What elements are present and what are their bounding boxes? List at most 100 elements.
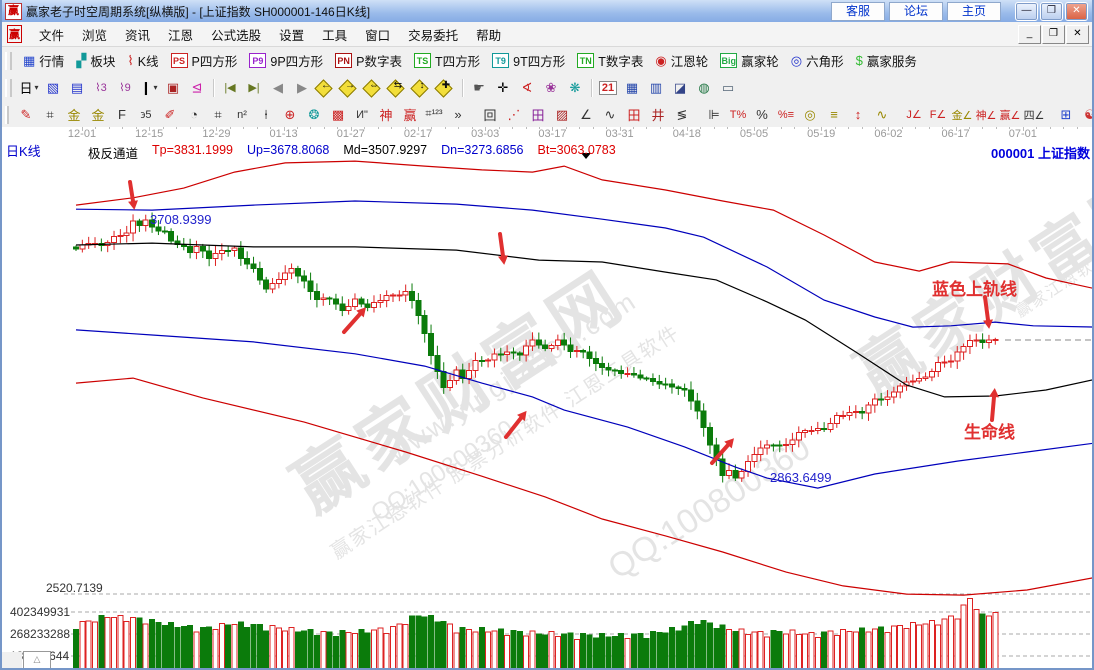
- toolbar-button-calculator[interactable]: ▦: [620, 77, 644, 99]
- toolbar-button-zigzag-line[interactable]: ∿: [598, 104, 622, 126]
- toolbar-button-band-window[interactable]: ▧: [41, 77, 65, 99]
- toolbar-button-gann-flower[interactable]: ❀: [539, 77, 563, 99]
- menu-浏览[interactable]: 浏览: [73, 27, 116, 45]
- toolbar-button-grid-window[interactable]: ⊞: [1054, 104, 1078, 126]
- toolbar-button-printer[interactable]: ▭: [716, 77, 740, 99]
- menu-交易委托[interactable]: 交易委托: [399, 27, 467, 45]
- toolbar-button-j-angle[interactable]: J∠: [902, 104, 926, 126]
- toolbar-button-more-tools[interactable]: »: [446, 104, 470, 126]
- toolbar-button-taichi[interactable]: ☯: [1078, 104, 1092, 126]
- toolbar-button-red-grid[interactable]: 田: [622, 104, 646, 126]
- toolbar-button-scale-ruler[interactable]: ⊫: [702, 104, 726, 126]
- toolbar-button-t-square[interactable]: TS T四方形: [408, 49, 486, 72]
- toolbar-button-zoom-right[interactable]: →: [338, 78, 362, 98]
- menu-文件[interactable]: 文件: [30, 27, 73, 45]
- toolbar-button-kline[interactable]: ⌇ K线: [121, 49, 164, 72]
- toolbar-button-shen-grid[interactable]: 神: [374, 104, 398, 126]
- toolbar-button-crosshair-tool[interactable]: ✛: [491, 77, 515, 99]
- titlebar-link-客服[interactable]: 客服: [831, 1, 885, 21]
- toolbar-button-save-disk[interactable]: ◪: [668, 77, 692, 99]
- toolbar-button-hand-tool[interactable]: ☛: [467, 77, 491, 99]
- toolbar-button-goto-start[interactable]: |◀: [218, 77, 242, 99]
- titlebar-link-论坛[interactable]: 论坛: [889, 1, 943, 21]
- toolbar-button-gold-grid-1[interactable]: 金: [62, 104, 86, 126]
- date-axis[interactable]: 12-01 12-15 12-29 01-13 01-27 02-17 03-03 03-17…: [2, 127, 1092, 140]
- toolbar-button-gold-levels[interactable]: ≡: [822, 104, 846, 126]
- toolbar-button-spiral-5[interactable]: ϶5: [134, 104, 158, 126]
- toolbar-button-period-day-dropdown[interactable]: 日 ▾: [17, 77, 41, 99]
- toolbar-button-gann-star[interactable]: ❂: [302, 104, 326, 126]
- toolbar-button-gold-angle[interactable]: 金∠: [950, 104, 974, 126]
- menu-公式选股[interactable]: 公式选股: [202, 27, 270, 45]
- toolbar-button-marker-pen[interactable]: ✐: [158, 104, 182, 126]
- toolbar-button-win-grid[interactable]: 赢: [398, 104, 422, 126]
- toolbar-button-pencil-tool[interactable]: ✎: [14, 104, 38, 126]
- toolbar-button-grid-box[interactable]: 田: [526, 104, 550, 126]
- toolbar-button-winner-service[interactable]: $ 赢家服务: [850, 49, 923, 72]
- toolbar-button-9p-square[interactable]: P9 9P四方形: [243, 49, 329, 72]
- toolbar-button-web-grid[interactable]: ❋: [563, 77, 587, 99]
- menu-设置[interactable]: 设置: [270, 27, 313, 45]
- menu-窗口[interactable]: 窗口: [356, 27, 399, 45]
- close-button[interactable]: ✕: [1065, 1, 1088, 21]
- toolbar-button-page-left[interactable]: ◀: [266, 77, 290, 99]
- toolbar-button-box-tool[interactable]: 回: [478, 104, 502, 126]
- mdi-minimize-button[interactable]: _: [1018, 24, 1041, 44]
- toolbar-button-gann-wheel[interactable]: ◉ 江恩轮: [649, 49, 714, 72]
- toolbar-button-time-grid[interactable]: ⌗: [38, 104, 62, 126]
- menu-江恩[interactable]: 江恩: [159, 27, 202, 45]
- toolbar-button-compress-horizontal[interactable]: ⇆: [386, 78, 410, 98]
- toolbar-button-sort-flag[interactable]: ⊴: [185, 77, 209, 99]
- toolbar-button-percent-line[interactable]: T%: [726, 104, 750, 126]
- toolbar-button-n-square[interactable]: n²: [230, 104, 254, 126]
- toolbar-button-percent-tool[interactable]: %: [750, 104, 774, 126]
- pane-toggle-button[interactable]: △: [23, 651, 51, 668]
- chart-area[interactable]: 赢家财富网 www.yingjia360.com 赢家江恩软件 股票分析软件 江…: [2, 123, 1092, 668]
- toolbar-button-expand-vertical[interactable]: ↕: [410, 78, 434, 98]
- toolbar-button-fib-grid[interactable]: F: [110, 104, 134, 126]
- toolbar-button-win-angle[interactable]: 赢∠: [998, 104, 1022, 126]
- toolbar-button-angle-measure[interactable]: ∢: [515, 77, 539, 99]
- toolbar-button-page-right[interactable]: ▶: [290, 77, 314, 99]
- toolbar-button-p-square[interactable]: PS P四方形: [165, 49, 244, 72]
- mdi-restore-button[interactable]: ❐: [1042, 24, 1065, 44]
- toolbar-button-parallel-lines[interactable]: ≶: [670, 104, 694, 126]
- toolbar-button-number-ruler[interactable]: ⌗¹²³: [422, 104, 446, 126]
- toolbar-button-angle-line[interactable]: ∠: [574, 104, 598, 126]
- mdi-close-button[interactable]: ✕: [1066, 24, 1089, 44]
- toolbar-button-candle-style-dropdown[interactable]: ❙ ▾: [137, 77, 161, 99]
- toolbar-button-shen-angle[interactable]: 神∠: [974, 104, 998, 126]
- toolbar-button-four-angle[interactable]: 四∠: [1022, 104, 1046, 126]
- toolbar-button-gold-circle[interactable]: ◎: [798, 104, 822, 126]
- toolbar-button-ruler-grid[interactable]: ⌗: [206, 104, 230, 126]
- toolbar-button-sectors[interactable]: ▞ 板块: [70, 49, 121, 72]
- toolbar-button-hexagon[interactable]: ◎ 六角形: [785, 49, 850, 72]
- toolbar-button-gann-circle[interactable]: ⊕: [278, 104, 302, 126]
- toolbar-button-percent-levels[interactable]: %≡: [774, 104, 798, 126]
- toolbar-button-f-angle[interactable]: F∠: [926, 104, 950, 126]
- toolbar-button-expand-horizontal[interactable]: ⇔: [362, 78, 386, 98]
- toolbar-button-wave-3[interactable]: ⌇3: [89, 77, 113, 99]
- toolbar-button-quotes[interactable]: ▦ 行情: [17, 49, 70, 72]
- toolbar-button-hatch-box[interactable]: ▨: [550, 104, 574, 126]
- toolbar-button-price-arrow[interactable]: ↕: [846, 104, 870, 126]
- toolbar-button-t-number-table[interactable]: TN T数字表: [571, 49, 649, 72]
- titlebar-link-主页[interactable]: 主页: [947, 1, 1001, 21]
- toolbar-button-zoom-left[interactable]: ←: [314, 78, 338, 98]
- restore-button[interactable]: ❐: [1040, 1, 1063, 21]
- menu-资讯[interactable]: 资讯: [116, 27, 159, 45]
- toolbar-button-fan-lines[interactable]: ⋰: [502, 104, 526, 126]
- toolbar-button-expand-all[interactable]: ✚: [434, 78, 458, 98]
- toolbar-button-winner-wheel[interactable]: Big 赢家轮: [714, 49, 785, 72]
- toolbar-button-info-panel[interactable]: ▤: [65, 77, 89, 99]
- toolbar-button-gold-grid-2[interactable]: 金: [86, 104, 110, 126]
- toolbar-button-mirror-line[interactable]: ⍿: [254, 104, 278, 126]
- toolbar-button-wave-9[interactable]: ⌇9: [113, 77, 137, 99]
- toolbar-button-publish-web[interactable]: ◍: [692, 77, 716, 99]
- minimize-button[interactable]: —: [1015, 1, 1038, 21]
- toolbar-button-gann-box[interactable]: ▩: [326, 104, 350, 126]
- toolbar-button-9t-square[interactable]: T9 9T四方形: [486, 49, 571, 72]
- menu-工具[interactable]: 工具: [313, 27, 356, 45]
- toolbar-button-goto-end[interactable]: ▶|: [242, 77, 266, 99]
- toolbar-button-calendar-21[interactable]: 21: [596, 77, 620, 99]
